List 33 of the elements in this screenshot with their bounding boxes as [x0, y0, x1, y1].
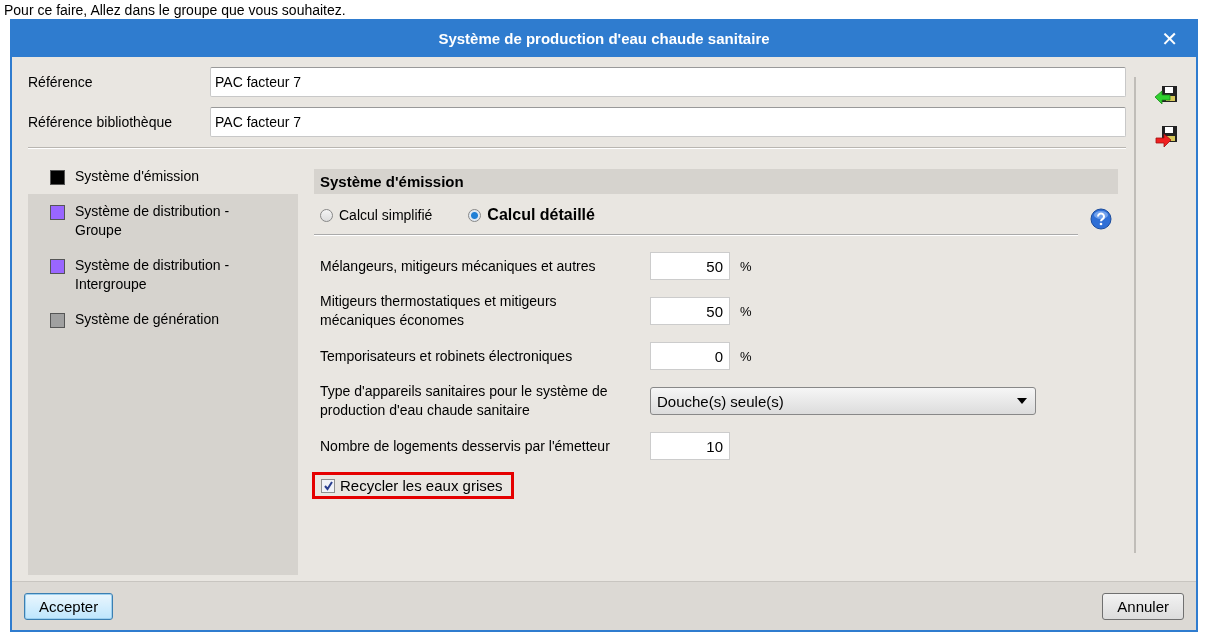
close-button[interactable]: ✕ — [1157, 25, 1182, 53]
radio-option[interactable]: Calcul détaillé — [468, 206, 595, 224]
sidebar-item[interactable]: Système de distribution - Groupe — [28, 194, 298, 248]
checkmark-icon — [322, 480, 334, 491]
field-label: Temporisateurs et robinets électroniques — [320, 346, 574, 366]
unit-label: % — [740, 258, 752, 274]
reference-field[interactable]: PAC facteur 7 — [210, 107, 1126, 137]
help-icon[interactable] — [1090, 208, 1112, 230]
window-title: Système de production d'eau chaude sanitaire — [438, 29, 770, 47]
recycle-checkbox[interactable]: Recycler les eaux grises — [321, 477, 503, 494]
field-label: Mélangeurs, mitigeurs mécaniques et autres — [320, 256, 597, 276]
radio-option[interactable]: Calcul simplifié — [320, 207, 433, 223]
caption-text: Pour ce faire, Allez dans le groupe que vous souhaitez. — [3, 1, 346, 19]
dropdown[interactable]: Douche(s) seule(s) — [650, 387, 1036, 415]
dialog-button[interactable]: Annuler — [1102, 592, 1184, 620]
reference-field[interactable]: PAC facteur 7 — [210, 67, 1126, 97]
number-field[interactable]: 10 — [650, 432, 730, 460]
field-label: Mitigeurs thermostatiques et mitigeurs mécaniques économes — [320, 292, 558, 330]
unit-label: % — [740, 348, 752, 364]
field-label: Référence — [28, 74, 94, 90]
number-field[interactable]: 0 — [650, 342, 730, 370]
export-disk-icon[interactable] — [1153, 123, 1179, 149]
number-field[interactable]: 50 — [650, 252, 730, 280]
field-label: Référence bibliothèque — [28, 114, 173, 130]
section-header: Système d'émission — [314, 169, 1118, 194]
sidebar-item[interactable]: Système de génération — [28, 302, 298, 337]
dialog-button[interactable]: Accepter — [24, 592, 114, 620]
field-label: Type d'appareils sanitaires pour le système de production d'eau chaude sanitaire — [320, 382, 609, 420]
unit-label: % — [740, 303, 752, 319]
sidebar-item[interactable]: Système de distribution - Intergroupe — [28, 248, 298, 302]
caret-icon — [1017, 398, 1027, 404]
number-field[interactable]: 50 — [650, 297, 730, 325]
field-label: Nombre de logements desservis par l'émetteur — [320, 436, 611, 456]
